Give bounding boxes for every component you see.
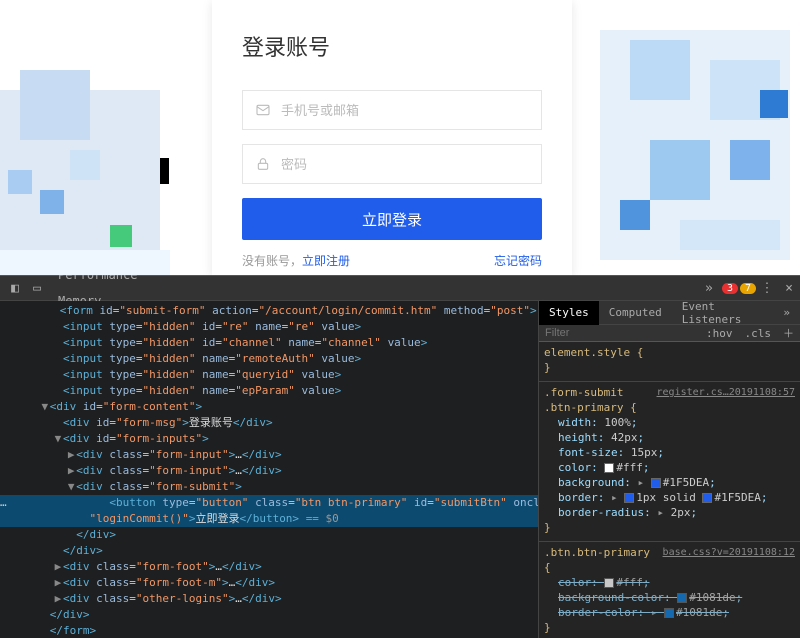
dom-line[interactable]: </div> xyxy=(0,607,538,623)
login-title: 登录账号 xyxy=(242,30,542,62)
dom-line[interactable]: ▶<div class="form-foot">…</div> xyxy=(0,559,538,575)
styles-tabbar: StylesComputedEvent Listeners» xyxy=(539,301,800,325)
more-tabs-icon[interactable]: » xyxy=(698,281,720,296)
page-top: 登录账号 立即登录 没有账号，立即注册 忘记密码 xyxy=(0,0,800,275)
dom-line[interactable]: … <button type="button" class="btn btn-p… xyxy=(0,495,538,511)
dom-line[interactable]: <input type="hidden" name="epParam" valu… xyxy=(0,383,538,399)
dom-line[interactable]: ▶<div class="form-foot-m">…</div> xyxy=(0,575,538,591)
dom-line[interactable]: "loginCommit()">立即登录</button> == $0 xyxy=(0,511,538,527)
css-prop[interactable]: border: ▸ 1px solid #1F5DEA; xyxy=(544,490,795,505)
bg-decor-right xyxy=(590,20,800,270)
warn-count[interactable]: 7 xyxy=(740,283,756,294)
styles-tab-event-listeners[interactable]: Event Listeners xyxy=(672,301,774,325)
css-prop[interactable]: height: 42px; xyxy=(544,430,795,445)
dom-line[interactable]: </div> xyxy=(0,543,538,559)
dom-line[interactable]: <input type="hidden" name="remoteAuth" v… xyxy=(0,351,538,367)
forgot-password-link[interactable]: 忘记密码 xyxy=(494,252,542,269)
dom-line[interactable]: ▼<div class="form-submit"> xyxy=(0,479,538,495)
register-link[interactable]: 立即注册 xyxy=(302,254,350,268)
element-style-rule[interactable]: element.style {} xyxy=(539,342,800,382)
styles-tab-styles[interactable]: Styles xyxy=(539,301,599,325)
login-card: 登录账号 立即登录 没有账号，立即注册 忘记密码 xyxy=(212,0,572,275)
dom-line[interactable]: <input type="hidden" id="channel" name="… xyxy=(0,335,538,351)
css-prop[interactable]: color: #fff; xyxy=(544,575,795,590)
lock-icon xyxy=(255,156,271,172)
username-field[interactable] xyxy=(281,103,529,118)
hov-toggle[interactable]: :hov xyxy=(700,327,739,340)
css-rule[interactable]: register.cs…20191108:57.form-submit .btn… xyxy=(539,382,800,542)
mail-icon xyxy=(255,102,271,118)
cls-toggle[interactable]: .cls xyxy=(739,327,778,340)
css-prop[interactable]: width: 100%; xyxy=(544,415,795,430)
elements-tree[interactable]: <form id="submit-form" action="/account/… xyxy=(0,301,538,638)
dom-line[interactable]: </form> xyxy=(0,623,538,638)
no-account-text: 没有账号， xyxy=(242,254,302,268)
css-prop[interactable]: font-size: 15px; xyxy=(544,445,795,460)
login-footer: 没有账号，立即注册 忘记密码 xyxy=(242,252,542,269)
dom-line[interactable]: ▼<div id="form-content"> xyxy=(0,399,538,415)
css-prop[interactable]: border-color: ▸ #1081de; xyxy=(544,605,795,620)
dom-line[interactable]: ▶<div class="form-input">…</div> xyxy=(0,463,538,479)
dom-line[interactable]: ▶<div class="form-input">…</div> xyxy=(0,447,538,463)
device-toggle-icon[interactable]: ▭ xyxy=(26,281,48,296)
inspect-icon[interactable]: ◧ xyxy=(4,281,26,296)
css-prop[interactable]: background: ▸ #1F5DEA; xyxy=(544,475,795,490)
password-field[interactable] xyxy=(281,157,529,172)
add-style-icon[interactable]: ＋ xyxy=(777,325,800,341)
rule-source-link[interactable]: base.css?v=20191108:12 xyxy=(663,545,795,560)
styles-tab-computed[interactable]: Computed xyxy=(599,301,672,325)
dom-line[interactable]: <input type="hidden" id="re" name="re" v… xyxy=(0,319,538,335)
styles-filter-input[interactable] xyxy=(539,327,700,339)
password-input-box[interactable] xyxy=(242,144,542,184)
css-prop[interactable]: color: #fff; xyxy=(544,460,795,475)
dom-line[interactable]: <div id="form-msg">登录账号</div> xyxy=(0,415,538,431)
css-prop[interactable]: border-radius: ▸ 2px; xyxy=(544,505,795,520)
login-submit-button[interactable]: 立即登录 xyxy=(242,198,542,240)
dom-line[interactable]: ▼<div id="form-inputs"> xyxy=(0,431,538,447)
dom-line[interactable]: <input type="hidden" name="queryid" valu… xyxy=(0,367,538,383)
dom-line[interactable]: <form id="submit-form" action="/account/… xyxy=(0,303,538,319)
styles-filterbar: :hov .cls ＋ xyxy=(539,325,800,342)
dom-line[interactable]: </div> xyxy=(0,527,538,543)
username-input-box[interactable] xyxy=(242,90,542,130)
styles-panel: StylesComputedEvent Listeners» :hov .cls… xyxy=(538,301,800,638)
close-devtools-icon[interactable]: × xyxy=(778,281,800,296)
styles-more-icon[interactable]: » xyxy=(773,301,800,325)
error-count[interactable]: 3 xyxy=(722,283,738,294)
kebab-menu-icon[interactable]: ⋮ xyxy=(756,281,778,296)
devtools-tabbar: ◧ ▭ ElementsConsoleSourcesNetworkPerform… xyxy=(0,275,800,301)
bg-decor-left xyxy=(0,50,170,275)
rule-source-link[interactable]: register.cs…20191108:57 xyxy=(657,385,795,400)
devtools: ◧ ▭ ElementsConsoleSourcesNetworkPerform… xyxy=(0,275,800,638)
css-rule[interactable]: base.css?v=20191108:12.btn.btn-primary {… xyxy=(539,542,800,638)
css-prop[interactable]: background-color: #1081de; xyxy=(544,590,795,605)
dom-line[interactable]: ▶<div class="other-logins">…</div> xyxy=(0,591,538,607)
